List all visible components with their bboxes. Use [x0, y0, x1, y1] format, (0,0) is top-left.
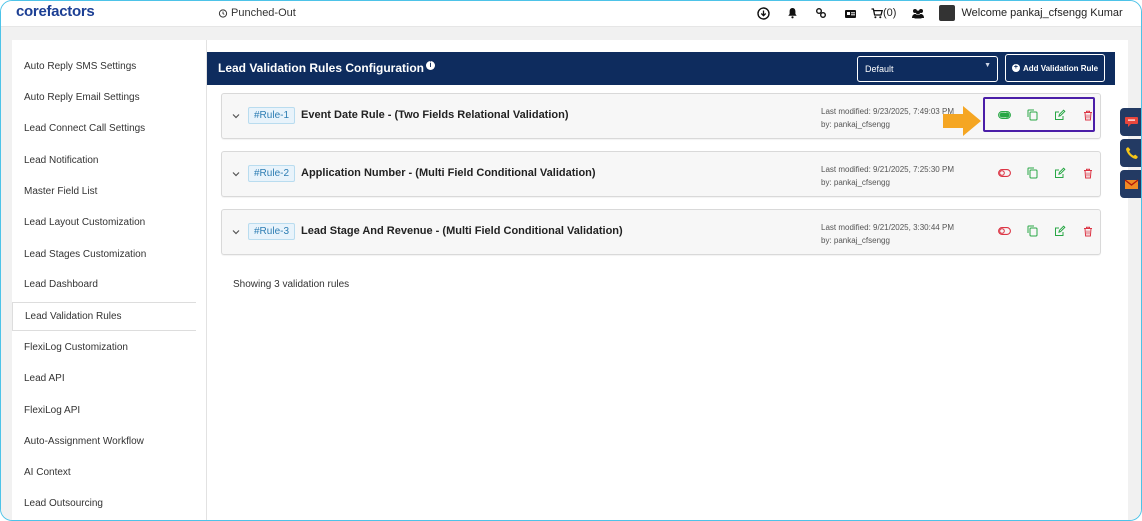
add-validation-rule-button[interactable]: + Add Validation Rule — [1005, 54, 1105, 82]
trash-icon[interactable] — [1081, 224, 1095, 238]
rule-meta: Last modified: 9/21/2025, 7:25:30 PM by:… — [821, 163, 954, 189]
rule-row[interactable]: #Rule-2 Application Number - (Multi Fiel… — [221, 151, 1101, 197]
cart[interactable]: (0) — [871, 7, 896, 19]
sidebar-item-auto-reply-email[interactable]: Auto Reply Email Settings — [12, 83, 196, 112]
sidebar-item-lead-outsourcing[interactable]: Lead Outsourcing — [12, 489, 196, 518]
id-card-icon[interactable] — [842, 5, 858, 21]
page-title-text: Lead Validation Rules Configuration — [218, 61, 425, 75]
highlight-box — [983, 97, 1095, 132]
chevron-down-icon: ▼ — [984, 62, 991, 69]
rule-modified-by: by: pankaj_cfsengg — [821, 236, 890, 245]
page-title: Lead Validation Rules Configuration i — [218, 61, 436, 75]
chat-tab[interactable] — [1120, 108, 1141, 136]
config-header: Lead Validation Rules Configuration i Def… — [207, 52, 1115, 85]
cart-count: (0) — [883, 7, 897, 19]
rule-name: Event Date Rule - (Two Fields Relational… — [301, 109, 569, 121]
app-frame: corefactors Punched-Out (0) Welcome pank… — [0, 0, 1142, 521]
email-icon — [1124, 179, 1139, 189]
sidebar-item-lead-stages[interactable]: Lead Stages Customization — [12, 240, 196, 269]
rule-modified-by: by: pankaj_cfsengg — [821, 120, 890, 129]
rules-count-text: Showing 3 validation rules — [233, 279, 350, 290]
rule-actions — [997, 166, 1109, 180]
sidebar-item-lead-layout[interactable]: Lead Layout Customization — [12, 208, 196, 237]
download-icon[interactable] — [755, 5, 771, 21]
sidebar-item-auto-reply-sms[interactable]: Auto Reply SMS Settings — [12, 52, 196, 81]
toggle-icon[interactable] — [997, 166, 1011, 180]
rule-last-modified: Last modified: 9/21/2025, 7:25:30 PM — [821, 165, 954, 174]
info-icon[interactable]: i — [426, 61, 436, 70]
sidebar-item-flexilog-customization[interactable]: FlexiLog Customization — [12, 333, 196, 362]
chevron-down-icon[interactable] — [231, 111, 241, 121]
sidebar-item-lead-notification[interactable]: Lead Notification — [12, 146, 196, 175]
rule-tag: #Rule-3 — [248, 223, 296, 240]
copy-icon[interactable] — [1025, 224, 1039, 238]
logo[interactable]: corefactors — [16, 3, 95, 20]
cart-icon — [871, 7, 883, 18]
phone-icon — [1125, 147, 1138, 159]
chat-icon — [1124, 117, 1138, 127]
rule-row[interactable]: #Rule-3 Lead Stage And Revenue - (Multi … — [221, 209, 1101, 255]
top-bar: corefactors Punched-Out (0) Welcome pank… — [1, 1, 1141, 27]
edit-icon[interactable] — [1053, 166, 1067, 180]
add-validation-rule-label: Add Validation Rule — [1022, 63, 1099, 73]
arrow-right-icon — [943, 106, 981, 136]
rule-meta: Last modified: 9/23/2025, 7:49:03 PM by:… — [821, 105, 954, 131]
call-tab[interactable] — [1120, 139, 1141, 167]
rule-tag: #Rule-1 — [248, 107, 296, 124]
trash-icon[interactable] — [1081, 166, 1095, 180]
rule-modified-by: by: pankaj_cfsengg — [821, 178, 890, 187]
layout-select[interactable]: Default ▼ — [857, 56, 998, 82]
email-tab[interactable] — [1120, 170, 1141, 198]
bell-icon[interactable] — [784, 5, 800, 21]
layout-select-value: Default — [865, 64, 894, 74]
chevron-down-icon[interactable] — [231, 169, 241, 179]
punch-status[interactable]: Punched-Out — [218, 7, 296, 19]
sidebar-item-lead-dashboard[interactable]: Lead Dashboard — [12, 270, 196, 299]
sidebar-item-flexilog-api[interactable]: FlexiLog API — [12, 396, 196, 425]
punch-status-label: Punched-Out — [231, 7, 296, 19]
chevron-down-icon[interactable] — [231, 227, 241, 237]
welcome-text[interactable]: Welcome pankaj_cfsengg Kumar — [961, 7, 1122, 19]
sidebar-item-master-field-list[interactable]: Master Field List — [12, 177, 196, 206]
rule-name: Lead Stage And Revenue - (Multi Field Co… — [301, 225, 623, 237]
rule-tag: #Rule-2 — [248, 165, 296, 182]
sidebar-item-ai-context[interactable]: AI Context — [12, 458, 196, 487]
sidebar-item-lead-api[interactable]: Lead API — [12, 364, 196, 393]
rule-last-modified: Last modified: 9/21/2025, 3:30:44 PM — [821, 223, 954, 232]
top-icons: (0) Welcome pankaj_cfsengg Kumar — [755, 5, 1123, 21]
sidebar-item-lead-validation-rules[interactable]: Lead Validation Rules — [12, 302, 196, 331]
edit-icon[interactable] — [1053, 224, 1067, 238]
rule-actions — [997, 224, 1109, 238]
rule-name: Application Number - (Multi Field Condit… — [301, 167, 596, 179]
plus-circle-icon: + — [1011, 64, 1020, 72]
sidebar-item-lead-connect-call[interactable]: Lead Connect Call Settings — [12, 114, 196, 143]
avatar[interactable] — [939, 5, 956, 21]
copy-icon[interactable] — [1025, 166, 1039, 180]
rule-last-modified: Last modified: 9/23/2025, 7:49:03 PM — [821, 107, 954, 116]
toggle-icon[interactable] — [997, 224, 1011, 238]
users-icon[interactable] — [910, 5, 926, 21]
rule-meta: Last modified: 9/21/2025, 3:30:44 PM by:… — [821, 221, 954, 247]
alarm-clock-icon — [218, 9, 228, 18]
link-icon[interactable] — [813, 5, 829, 21]
sidebar-item-auto-assignment[interactable]: Auto-Assignment Workflow — [12, 427, 196, 456]
